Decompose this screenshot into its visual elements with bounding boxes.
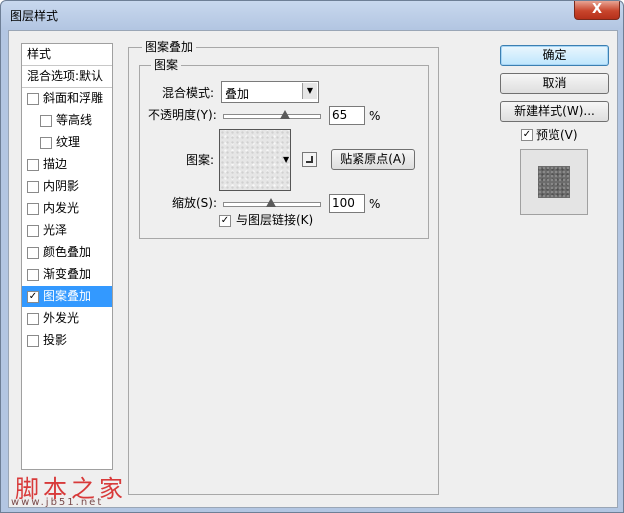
ok-button[interactable]: 确定 [500,45,609,66]
preview-checkbox[interactable]: ✓ [521,129,533,141]
blend-mode-select[interactable]: 叠加 ▼ [221,81,319,103]
style-item-label: 光泽 [43,223,68,237]
chevron-down-icon: ▼ [302,83,317,99]
watermark-url: www.jb51.net [11,497,104,508]
link-with-layer-label: 与图层链接(K) [236,213,314,227]
style-item-label: 外发光 [43,311,80,325]
style-item[interactable]: 投影 [22,330,112,351]
style-preview [520,149,588,215]
cancel-button[interactable]: 取消 [500,73,609,94]
style-item-checkbox[interactable] [40,137,52,149]
style-item-checkbox[interactable] [40,115,52,127]
snap-to-origin-button[interactable]: 贴紧原点(A) [331,149,415,170]
scale-input[interactable]: 100 [329,194,365,213]
window-title: 图层样式 [10,9,59,23]
preview-thumbnail [538,166,570,198]
style-item-checkbox[interactable] [27,269,39,281]
style-item-checkbox[interactable] [27,203,39,215]
opacity-input[interactable]: 65 [329,106,365,125]
style-item-label: 渐变叠加 [43,267,92,281]
new-style-button[interactable]: 新建样式(W)... [500,101,609,122]
pattern-overlay-title: 图案叠加 [142,40,197,54]
style-item[interactable]: 斜面和浮雕 [22,88,112,109]
style-item[interactable]: 渐变叠加 [22,264,112,285]
style-item-label: 内发光 [43,201,80,215]
opacity-label: 不透明度(Y): [148,108,217,122]
style-item-checkbox[interactable] [27,181,39,193]
styles-list: 样式 混合选项:默认 斜面和浮雕等高线纹理描边内阴影内发光光泽颜色叠加渐变叠加 ✓… [21,43,113,470]
style-item-checkbox[interactable] [27,225,39,237]
styles-header[interactable]: 样式 [22,44,112,66]
dialog-body: 样式 混合选项:默认 斜面和浮雕等高线纹理描边内阴影内发光光泽颜色叠加渐变叠加 ✓… [8,30,618,508]
style-item[interactable]: 内发光 [22,198,112,219]
style-item[interactable]: 等高线 [22,110,112,131]
pattern-label: 图案: [186,153,215,167]
style-item-label: 颜色叠加 [43,245,92,259]
link-with-layer-checkbox[interactable]: ✓ [219,215,231,227]
style-item-label: 描边 [43,157,68,171]
scale-percent: % [369,197,381,211]
style-item-checkbox[interactable] [27,313,39,325]
pattern-swatch[interactable] [219,129,291,191]
close-button[interactable]: X [574,1,620,20]
new-preset-icon[interactable] [302,152,317,167]
style-item-label: 投影 [43,333,68,347]
style-item[interactable]: 外发光 [22,308,112,329]
style-item[interactable]: 光泽 [22,220,112,241]
style-item-label: 纹理 [56,135,81,149]
style-item-label: 斜面和浮雕 [43,91,104,105]
style-item[interactable]: 描边 [22,154,112,175]
blending-options-item[interactable]: 混合选项:默认 [22,66,112,88]
scale-slider-thumb[interactable] [266,198,276,207]
pattern-picker-arrow-icon[interactable]: ▼ [283,155,289,164]
preview-label: 预览(V) [536,128,578,142]
style-item-checkbox[interactable] [27,335,39,347]
blend-mode-value: 叠加 [225,87,250,101]
style-item-label: 内阴影 [43,179,80,193]
style-item-label: 图案叠加 [43,289,92,303]
blend-mode-label: 混合模式: [162,86,215,100]
opacity-slider[interactable] [223,114,321,119]
style-item[interactable]: 纹理 [22,132,112,153]
opacity-percent: % [369,109,381,123]
style-item-checkbox[interactable] [27,247,39,259]
title-bar[interactable]: 图层样式 X [1,1,623,29]
scale-label: 缩放(S): [172,196,218,210]
opacity-slider-thumb[interactable] [280,110,291,119]
style-item[interactable]: ✓ 图案叠加 [22,286,112,307]
style-item-label: 等高线 [56,113,93,127]
layer-style-dialog: 图层样式 X 样式 混合选项:默认 斜面和浮雕等高线纹理描边内阴影内发光光泽颜色… [0,0,624,513]
style-item[interactable]: 颜色叠加 [22,242,112,263]
pattern-subgroup-title: 图案 [151,58,182,72]
style-item-checkbox[interactable]: ✓ [27,291,39,303]
style-item-checkbox[interactable] [27,159,39,171]
style-item-checkbox[interactable] [27,93,39,105]
style-item[interactable]: 内阴影 [22,176,112,197]
